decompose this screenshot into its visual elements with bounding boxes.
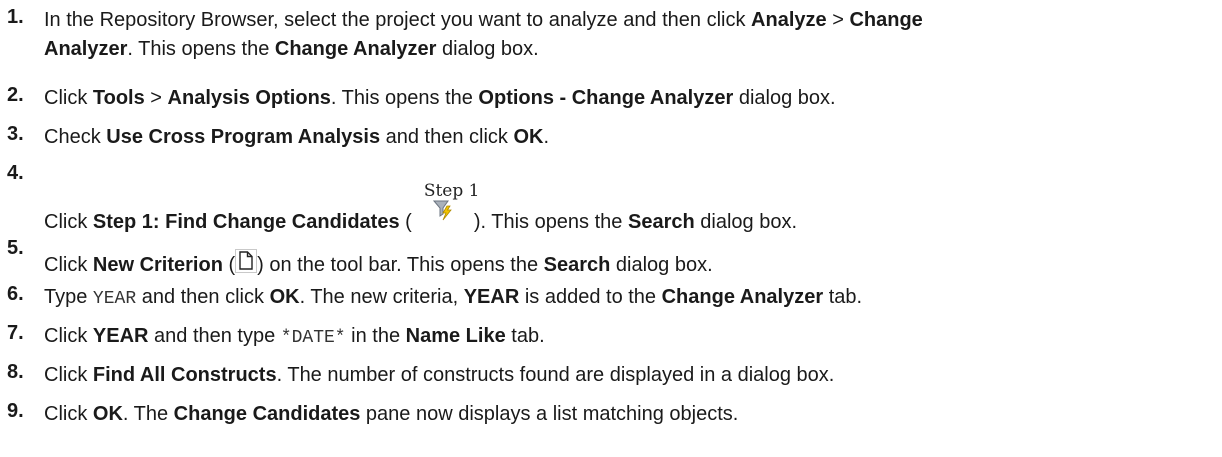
step-number: 5. xyxy=(7,237,24,259)
menu-analysis-options: Analysis Options xyxy=(167,87,331,109)
step-number: 8. xyxy=(7,361,24,383)
step-3: 3. Check Use Cross Program Analysis and … xyxy=(0,123,1222,162)
step-text: Click OK. The Change Candidates pane now… xyxy=(44,403,739,425)
step-number: 9. xyxy=(7,400,24,422)
step-9: 9. Click OK. The Change Candidates pane … xyxy=(0,400,1222,439)
step-number: 1. xyxy=(7,6,24,28)
dialog-name: Search xyxy=(627,211,695,233)
filter-lightning-icon xyxy=(432,200,452,221)
command-new-criterion: New Criterion xyxy=(92,254,223,276)
step-8: 8. Click Find All Constructs. The number… xyxy=(0,361,1222,400)
step-text: Click Tools > Analysis Options. This ope… xyxy=(44,87,836,109)
criteria-year: YEAR xyxy=(92,325,149,347)
code-year: YEAR xyxy=(92,289,137,309)
step-2: 2. Click Tools > Analysis Options. This … xyxy=(0,84,1222,123)
step-text: Click Find All Constructs. The number of… xyxy=(44,364,835,386)
step-1-find-change-candidates-button-image: Step 1 xyxy=(412,181,479,237)
command-step-1: Step 1: Find Change Candidates xyxy=(92,211,400,233)
step-text: Type YEAR and then click OK. The new cri… xyxy=(44,286,863,309)
step-text: Click New Criterion ( ) on the tool bar.… xyxy=(44,243,1222,280)
pane-change-candidates-ref: Change Candidates xyxy=(173,403,361,425)
step-text: Click YEAR and then type *DATE* in the N… xyxy=(44,325,545,348)
step-5: 5. Click New Criterion ( ) on the tool b… xyxy=(0,237,1222,283)
step-number: 3. xyxy=(7,123,24,145)
menu-tools: Tools xyxy=(92,87,145,109)
button-ok-ref: OK xyxy=(513,126,544,148)
code-date-pattern: *DATE* xyxy=(280,328,346,348)
step-7: 7. Click YEAR and then type *DATE* in th… xyxy=(0,322,1222,361)
step-text: Click Step 1: Find Change Candidates (St… xyxy=(44,181,797,237)
step-4: 4. Click Step 1: Find Change Candidates … xyxy=(0,162,1222,243)
tab-name-like-ref: Name Like xyxy=(405,325,506,347)
step-text-continued: Analyzer. This opens the Change Analyzer… xyxy=(44,38,539,60)
step-6: 6. Type YEAR and then click OK. The new … xyxy=(0,283,1222,322)
step-number: 6. xyxy=(7,283,24,305)
criteria-year: YEAR xyxy=(463,286,520,308)
tab-change-analyzer-ref: Change Analyzer xyxy=(661,286,824,308)
step-number: 2. xyxy=(7,84,24,106)
command-find-all-constructs: Find All Constructs xyxy=(92,364,277,386)
step-text: Check Use Cross Program Analysis and the… xyxy=(44,126,550,148)
dialog-name: Search xyxy=(543,254,611,276)
instruction-steps-list: 1. In the Repository Browser, select the… xyxy=(0,0,1222,439)
dialog-name: Options - Change Analyzer xyxy=(478,87,734,109)
new-document-icon xyxy=(235,249,258,273)
option-use-cross-program-analysis: Use Cross Program Analysis xyxy=(106,126,381,148)
step-1: 1. In the Repository Browser, select the… xyxy=(0,6,1222,84)
dialog-name: Change Analyzer xyxy=(274,38,437,60)
menu-change-analyzer: Change xyxy=(849,9,923,31)
step-number: 7. xyxy=(7,322,24,344)
menu-analyze: Analyze xyxy=(751,9,827,31)
step-text: In the Repository Browser, select the pr… xyxy=(44,9,923,31)
step-number: 4. xyxy=(7,162,24,184)
button-ok-ref: OK xyxy=(92,403,123,425)
button-ok-ref: OK xyxy=(269,286,300,308)
